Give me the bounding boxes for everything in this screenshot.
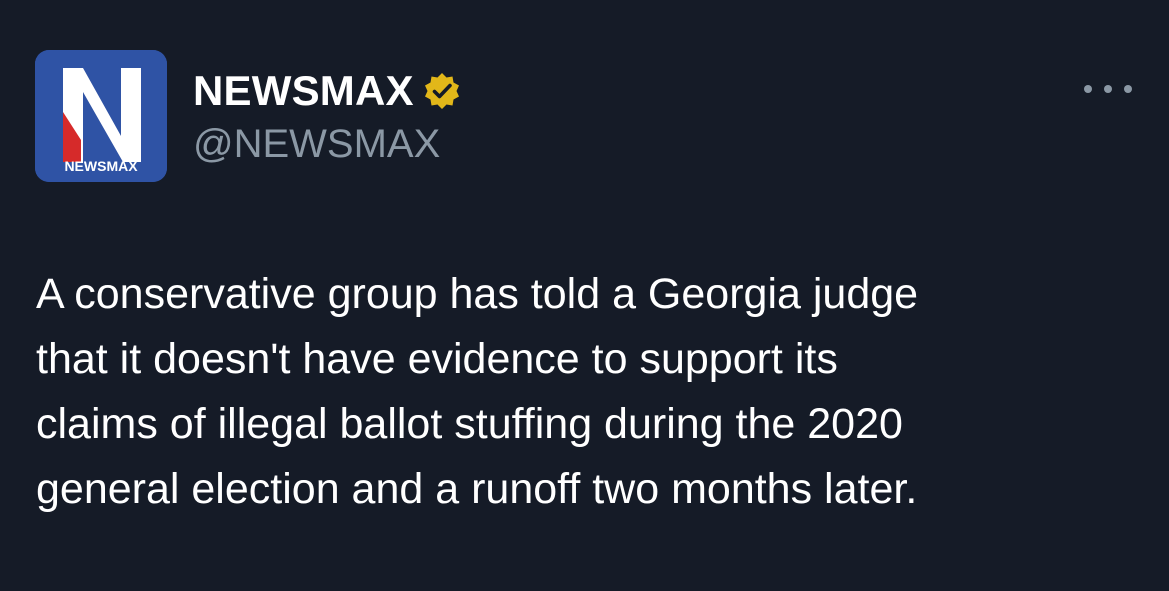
newsmax-avatar[interactable]: NEWSMAX <box>35 50 167 182</box>
account-handle[interactable]: @NEWSMAX <box>193 121 440 167</box>
tweet-text-line: general election and a runoff two months… <box>36 465 918 513</box>
display-name[interactable]: NEWSMAX <box>193 66 414 116</box>
tweet-text: A conservative group has told a Georgia … <box>36 262 1136 522</box>
tweet-card: NEWSMAX NEWSMAX @NEWSMAX A conservative … <box>0 0 1169 591</box>
avatar-brand-text: NEWSMAX <box>64 158 138 174</box>
more-options-icon[interactable] <box>1084 76 1132 102</box>
tweet-text-line: A conservative group has told a Georgia … <box>36 270 919 318</box>
more-dot <box>1104 85 1112 93</box>
name-row: NEWSMAX <box>193 66 462 116</box>
tweet-text-line: that it doesn't have evidence to support… <box>36 335 838 383</box>
tweet-text-line: claims of illegal ballot stuffing during… <box>36 400 903 448</box>
verified-badge-icon[interactable] <box>422 71 462 111</box>
newsmax-logo-icon: NEWSMAX <box>35 50 167 182</box>
more-dot <box>1124 85 1132 93</box>
more-dot <box>1084 85 1092 93</box>
